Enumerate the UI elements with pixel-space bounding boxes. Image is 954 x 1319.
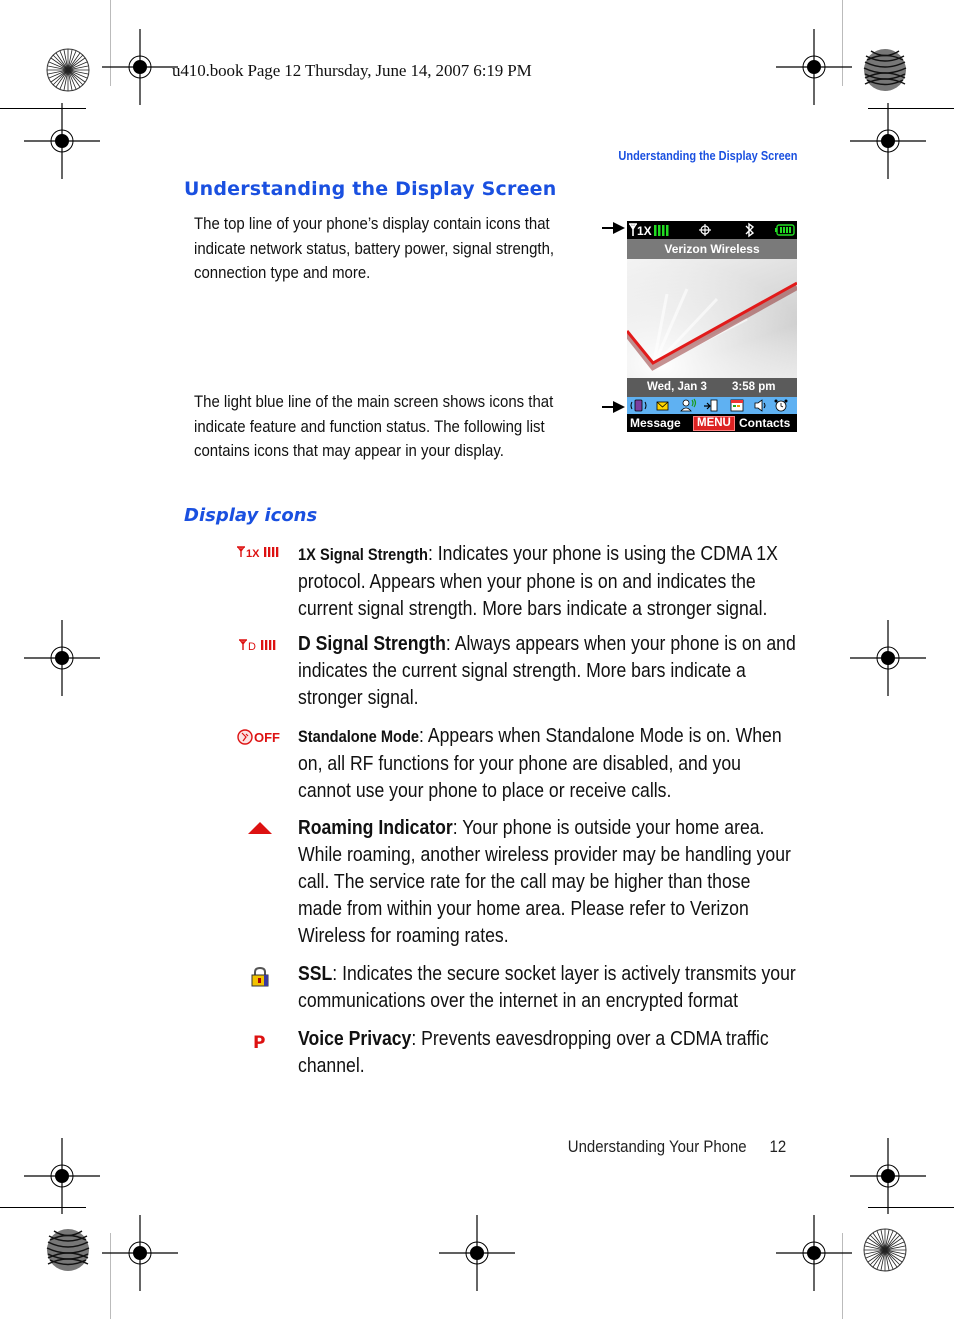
softkey-bar: Message MENU Contacts <box>627 414 797 432</box>
bluetooth-icon <box>745 222 755 238</box>
ssl-lock-icon <box>251 967 269 987</box>
1x-signal-strength-icon: 1X <box>237 546 279 559</box>
date-time-bar: Wed, Jan 3 3:58 pm <box>627 378 797 397</box>
message-envelope-icon <box>656 401 669 411</box>
list-item: Standalone Mode: Appears when Standalone… <box>298 722 798 804</box>
list-item: Roaming Indicator: Your phone is outside… <box>298 814 798 949</box>
svg-text:OFF: OFF <box>254 730 280 745</box>
entry-name: Voice Privacy <box>298 1027 412 1050</box>
signal-bars-icon <box>654 225 669 236</box>
phone-screen-image: 1X Verizon Wireless Wed, Jan 3 3:58 pm M… <box>627 221 797 432</box>
battery-icon <box>775 224 795 236</box>
call-forward-icon <box>704 399 718 412</box>
page-number: 12 <box>769 1137 786 1156</box>
entry-description: : Indicates the secure socket layer is a… <box>298 962 796 1012</box>
time-label: 3:58 pm <box>732 381 776 393</box>
list-item: D Signal Strength: Always appears when y… <box>298 630 798 711</box>
standalone-off-icon: OFF <box>237 729 280 745</box>
entry-name: SSL <box>298 962 333 985</box>
entry-name: 1X Signal Strength <box>298 545 428 564</box>
svg-text:1X: 1X <box>246 548 260 559</box>
roaming-triangle-icon <box>248 822 272 834</box>
svg-text:P: P <box>253 1033 265 1050</box>
vibrate-icon <box>630 399 647 412</box>
alarm-clock-icon <box>774 399 788 412</box>
network-type-label: 1X <box>637 224 652 238</box>
page-footer: Understanding Your Phone 12 <box>568 1137 786 1157</box>
intro-top-line-text: The top line of your phone’s display con… <box>194 214 555 282</box>
running-head: Understanding the Display Screen <box>618 149 798 163</box>
entry-name: D Signal Strength <box>298 632 446 655</box>
feature-icon-bar <box>627 397 797 414</box>
antenna-icon <box>629 223 637 236</box>
list-item: Voice Privacy: Prevents eavesdropping ov… <box>298 1025 798 1079</box>
display-icons-heading: Display icons <box>184 505 318 526</box>
softkey-menu: MENU <box>693 416 735 431</box>
list-item: SSL: Indicates the secure socket layer i… <box>298 960 798 1014</box>
location-icon <box>699 224 711 236</box>
print-slug: u410.book Page 12 Thursday, June 14, 200… <box>172 61 532 80</box>
phone-status-bar: 1X <box>627 221 797 239</box>
voice-privacy-icon: P <box>253 1033 265 1050</box>
softkey-contacts: Contacts <box>739 416 791 430</box>
speaker-icon <box>754 399 766 412</box>
svg-text:D: D <box>248 641 256 652</box>
wallpaper <box>627 259 797 378</box>
list-item: 1X Signal Strength: Indicates your phone… <box>298 540 798 622</box>
intro-blue-line-text: The light blue line of the main screen s… <box>194 392 554 460</box>
voice-command-icon <box>680 398 697 412</box>
page-title: Understanding the Display Screen <box>184 178 557 200</box>
carrier-name: Verizon Wireless <box>627 239 797 259</box>
d-signal-strength-icon: D <box>239 639 276 652</box>
calendar-icon <box>730 399 744 412</box>
softkey-message: Message <box>630 416 681 430</box>
callout-arrow-blue <box>602 401 625 413</box>
date-label: Wed, Jan 3 <box>647 381 707 393</box>
footer-section: Understanding Your Phone <box>567 1137 747 1156</box>
entry-name: Roaming Indicator <box>298 816 453 839</box>
callout-arrow-top <box>602 222 625 234</box>
entry-name: Standalone Mode <box>298 727 420 746</box>
